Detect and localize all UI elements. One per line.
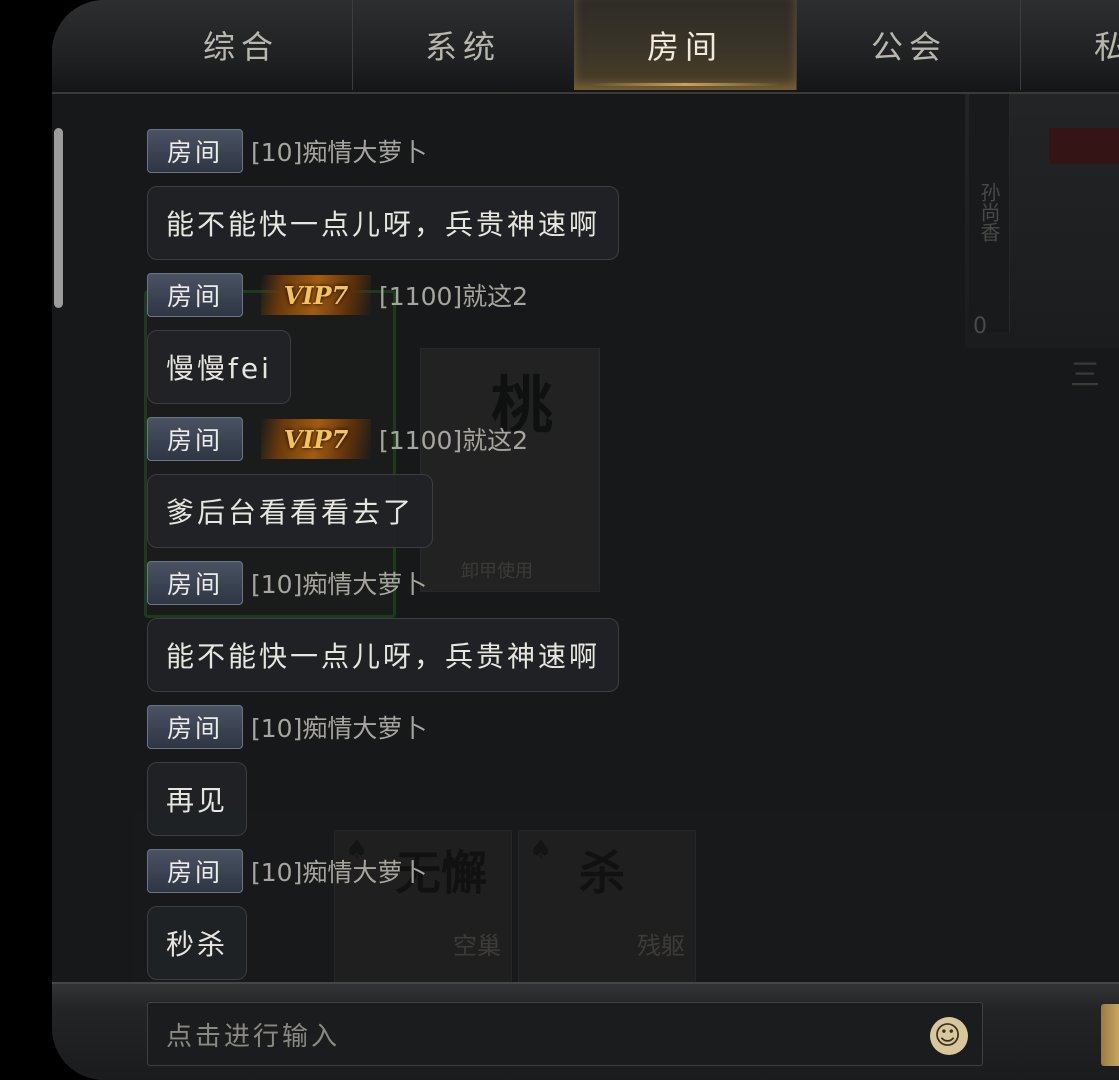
- message-meta: 房间 VIP7 [1100]就这2: [147, 272, 528, 318]
- message-bubble: 能不能快一点儿呀，兵贵神速啊: [147, 186, 620, 260]
- sender-name[interactable]: [1100]就这2: [379, 421, 528, 457]
- vip-badge: VIP7: [261, 419, 371, 459]
- channel-badge: 房间: [147, 273, 243, 317]
- message-bubble: 慢慢fei: [147, 330, 291, 404]
- message-bubble: 爹后台看看看去了: [147, 474, 434, 548]
- message-bubble: 能不能快一点儿呀，兵贵神速啊: [147, 618, 620, 692]
- message-list: 房间 [10]痴情大萝卜 能不能快一点儿呀，兵贵神速啊 房间 VIP7 [110…: [147, 0, 1107, 980]
- chat-input-placeholder: 点击进行输入: [166, 1021, 341, 1052]
- chat-scrollbar[interactable]: [54, 128, 63, 308]
- sender-name[interactable]: [10]痴情大萝卜: [251, 853, 427, 889]
- message-meta: 房间 [10]痴情大萝卜: [147, 128, 427, 174]
- channel-badge: 房间: [147, 849, 243, 893]
- sender-name[interactable]: [10]痴情大萝卜: [251, 133, 427, 169]
- channel-badge: 房间: [147, 129, 243, 173]
- send-button[interactable]: [1101, 1004, 1119, 1066]
- chat-input[interactable]: 点击进行输入 ☺: [147, 1002, 983, 1066]
- message-bubble: 再见: [147, 762, 248, 836]
- chat-panel: 孙尚香 0 三 桃 卸甲使用 ♠ 无懈 空巢 ♠ 杀 残躯 综合 系统 房间 公…: [52, 0, 1119, 1080]
- sender-name[interactable]: [1100]就这2: [379, 277, 528, 313]
- channel-badge: 房间: [147, 417, 243, 461]
- sender-name[interactable]: [10]痴情大萝卜: [251, 565, 427, 601]
- channel-badge: 房间: [147, 705, 243, 749]
- message-meta: 房间 [10]痴情大萝卜: [147, 560, 427, 606]
- vip-badge: VIP7: [261, 275, 371, 315]
- smiley-face-icon[interactable]: ☺: [930, 1017, 968, 1055]
- message-bubble: 秒杀: [147, 906, 248, 980]
- chat-input-bar: 点击进行输入 ☺: [52, 982, 1119, 1080]
- channel-badge: 房间: [147, 561, 243, 605]
- message-meta: 房间 [10]痴情大萝卜: [147, 704, 427, 750]
- message-meta: 房间 VIP7 [1100]就这2: [147, 416, 528, 462]
- message-meta: 房间 [10]痴情大萝卜: [147, 848, 427, 894]
- sender-name[interactable]: [10]痴情大萝卜: [251, 709, 427, 745]
